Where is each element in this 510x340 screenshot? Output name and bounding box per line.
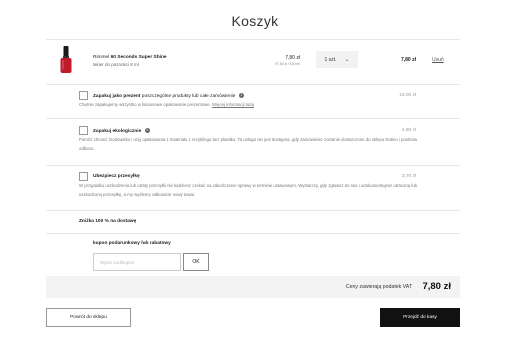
eco-wrap-label: Zapakuj ekologicznie	[93, 128, 142, 134]
quantity-value: 1 szt.	[324, 56, 337, 63]
checkout-button[interactable]: Przejdź do kasy	[380, 308, 460, 327]
chevron-down-icon: ⌄	[344, 57, 350, 63]
product-name[interactable]: Rimmel 60 Seconds Super Shine	[93, 55, 167, 60]
gift-wrap-label: Zapakuj jako prezent	[93, 93, 141, 99]
divider	[46, 118, 460, 119]
divider	[46, 39, 460, 40]
info-icon[interactable]: i	[144, 128, 150, 133]
eco-wrap-price: 4,90 zł	[401, 128, 416, 133]
gift-wrap-description: Chętnie zapakujemy wszystko w luksusowe …	[79, 101, 419, 110]
remove-link[interactable]: Usuń	[432, 57, 444, 63]
coupon-ok-button[interactable]: OK	[183, 253, 209, 271]
coupon-label: kupon podarunkowy lub rabatowy	[93, 241, 171, 246]
gift-wrap-sublabel: poszczególne produkty lub całe zamówieni…	[140, 93, 236, 99]
gift-wrap-title: Zapakuj jako prezent poszczególne produk…	[93, 93, 244, 99]
order-total: 7,80 zł	[422, 281, 451, 292]
shipping-discount: Zniżka 100 % na dostawę	[79, 219, 137, 224]
product-total: 7,80 zł	[400, 57, 416, 63]
info-icon[interactable]: i	[238, 93, 244, 98]
divider	[46, 84, 460, 85]
insurance-checkbox[interactable]	[79, 172, 88, 181]
quantity-select[interactable]: 1 szt. ⌄	[316, 51, 358, 68]
vat-label: Ceny zawierają podatek VAT	[345, 284, 412, 290]
insurance-title: Ubezpiecz przesyłkę	[93, 174, 140, 179]
nail-polish-image	[60, 46, 72, 73]
divider	[46, 210, 460, 211]
product-model: 60 Seconds Super Shine	[110, 55, 167, 60]
divider	[46, 233, 460, 234]
divider	[46, 165, 460, 166]
back-to-shop-button[interactable]: Powrót do sklepu	[46, 308, 131, 327]
product-brand: Rimmel	[93, 55, 110, 60]
product-subtitle: lakier do paznokci 8 ml	[93, 62, 139, 67]
insurance-description: W przypadku uszkodzenia lub utraty przes…	[79, 183, 418, 197]
page-title: Koszyk	[231, 13, 279, 29]
eco-wrap-title: Zapakuj ekologicznie i	[93, 128, 150, 134]
gift-wrap-checkbox[interactable]	[79, 91, 88, 100]
product-unit-price: 97,50 zł / 100 ml	[275, 62, 300, 66]
gift-wrap-price: 19,00 zł	[399, 93, 416, 98]
eco-wrap-description: Pomóż chronić środowisko i użyj opakowan…	[79, 137, 418, 151]
insurance-price: 3,70 zł	[401, 174, 416, 179]
gift-wrap-desc-text: Chętnie zapakujemy wszystko w luksusowe …	[79, 102, 211, 107]
insurance-label: Ubezpiecz przesyłkę	[93, 174, 140, 179]
coupon-input[interactable]: Wpisz kod/kupon	[93, 253, 181, 271]
more-info-link[interactable]: Więcej informacji tutaj	[212, 102, 254, 107]
product-price: 7,80 zł	[285, 55, 300, 61]
summary-bar: Ceny zawierają podatek VAT 7,80 zł	[46, 276, 460, 298]
eco-wrap-checkbox[interactable]	[79, 126, 88, 135]
